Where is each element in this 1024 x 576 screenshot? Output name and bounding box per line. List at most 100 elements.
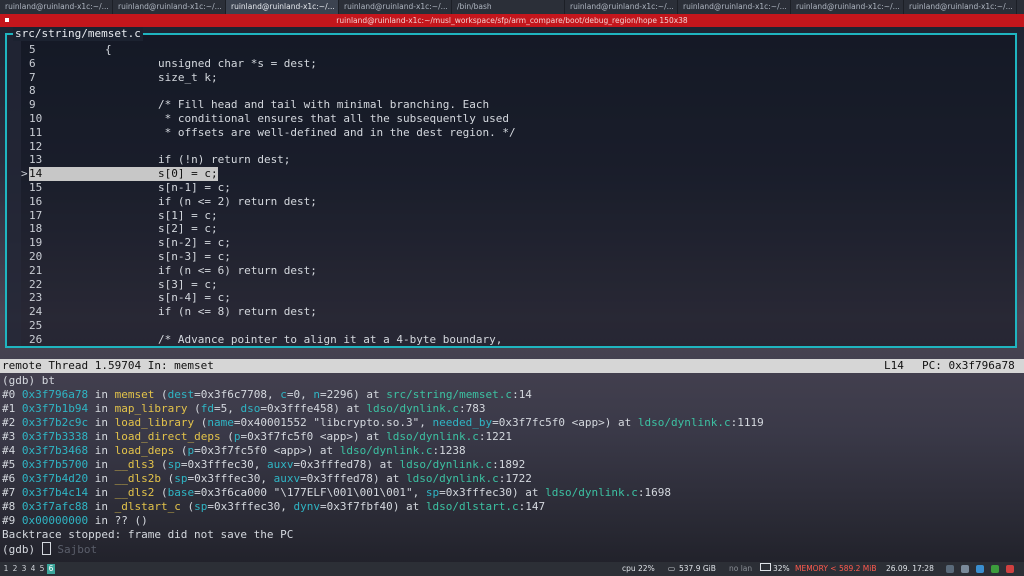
- bluetooth-icon[interactable]: [976, 565, 984, 573]
- frame-line: 1238: [439, 444, 466, 457]
- frame-function: memset: [114, 388, 155, 401]
- line-number: 22: [29, 277, 43, 291]
- line-number: 8: [29, 84, 36, 98]
- terminal-tab[interactable]: ruinland@ruinland-x1c:~/...: [113, 0, 226, 14]
- line-number: 26: [29, 332, 43, 346]
- terminal-tab[interactable]: ruinland@ruinland-x1c:~/...: [678, 0, 791, 14]
- terminal-tab[interactable]: /bin/bash: [452, 0, 565, 14]
- line-number: 19: [29, 236, 43, 250]
- tray-app-icon[interactable]: [946, 565, 954, 573]
- arg-value: 0x40001552 "libcrypto.so.3": [240, 416, 420, 429]
- window-title-bar: ruinland@ruinland-x1c:~/musl_workspace/s…: [0, 14, 1024, 27]
- frame-index: #4: [2, 444, 22, 457]
- line-number: 21: [29, 263, 43, 277]
- source-code: if (!n) return dest;: [105, 153, 291, 167]
- terminal-tab[interactable]: ruinland@ruinland-x1c:~/...: [904, 0, 1017, 14]
- arg-name: dest: [167, 388, 195, 401]
- source-code: s[2] = c;: [105, 222, 218, 236]
- terminal-tab[interactable]: ruinland@ruinland-x1c:~/...: [565, 0, 678, 14]
- bt-command: (gdb) bt: [2, 374, 55, 387]
- network-tray-icon[interactable]: [991, 565, 999, 573]
- source-line: 10 * conditional ensures that all the su…: [7, 112, 1007, 126]
- frame-file: ldso/dynlink.c: [406, 472, 499, 485]
- source-code: s[n-1] = c;: [105, 181, 231, 194]
- source-line: 13 if (!n) return dest;: [7, 153, 1007, 167]
- frame-line: 1221: [485, 430, 513, 443]
- source-line: 20 s[n-3] = c;: [7, 250, 1007, 264]
- frame-line: 147: [525, 500, 546, 513]
- source-line: 11 * offsets are well-defined and in the…: [7, 126, 1007, 140]
- source-line: 7 size_t k;: [7, 71, 1007, 85]
- workspace-button[interactable]: 2: [11, 564, 19, 574]
- workspace-button[interactable]: 5: [38, 564, 46, 574]
- frame-file: ldso/dynlink.c: [366, 402, 460, 415]
- frame-index: #7: [2, 486, 22, 499]
- terminal-tab[interactable]: ruinland@ruinland-x1c:~/...: [226, 0, 339, 14]
- source-line: 15 s[n-1] = c;: [7, 181, 1007, 195]
- backtrace-frame: #8 0x3f7afc88 in _dlstart_c (sp=0x3fffec…: [2, 500, 546, 513]
- line-number: 6: [29, 56, 36, 70]
- source-line: 26 /* Advance pointer to align it at a 4…: [7, 333, 1007, 347]
- lan-status: no lan: [729, 564, 753, 573]
- source-code: s[n-4] = c;: [105, 291, 231, 305]
- arg-value: 0x3fffe458: [266, 402, 334, 415]
- source-code: s[1] = c;: [105, 208, 218, 222]
- source-line: 9 /* Fill head and tail with minimal bra…: [7, 98, 1007, 112]
- frame-function: load_deps: [114, 444, 175, 457]
- frame-index: #5: [2, 458, 22, 471]
- volume-icon[interactable]: [961, 565, 969, 573]
- backtrace-frame: #2 0x3f7b2c9c in load_library (name=0x40…: [2, 416, 764, 429]
- arg-name: name: [207, 416, 234, 429]
- arg-value: 0x3f6c7708: [200, 388, 267, 401]
- frame-function: load_library: [114, 416, 195, 429]
- arg-value: 0x3fffed78: [300, 458, 367, 471]
- arg-name: sp: [174, 472, 188, 485]
- disk-icon: ▭: [668, 564, 676, 573]
- frame-index: #2: [2, 416, 22, 429]
- terminal-icon: [3, 16, 11, 24]
- frame-address: 0x3f7b3468: [21, 444, 89, 457]
- line-number: 17: [29, 208, 43, 222]
- terminal-tab[interactable]: ruinland@ruinland-x1c:~/...: [791, 0, 904, 14]
- frame-index: #3: [2, 430, 22, 443]
- arg-value: 0x3fffec30: [445, 486, 513, 499]
- workspace-button[interactable]: 6: [47, 564, 55, 574]
- frame-file: ldso/dynlink.c: [399, 458, 493, 471]
- arg-name: p: [233, 430, 241, 443]
- source-code: unsigned char *s = dest;: [105, 56, 317, 70]
- system-panel: 123456 cpu 22% ▭ 537.9 GiB no lan 32% ME…: [0, 562, 1024, 576]
- disk-free: 537.9 GiB: [679, 564, 716, 573]
- window-title: ruinland@ruinland-x1c:~/musl_workspace/s…: [336, 16, 688, 25]
- clock: 26.09. 17:28: [886, 564, 934, 573]
- source-line: 18 s[2] = c;: [7, 222, 1007, 236]
- gdb-prompt-line[interactable]: (gdb) Sajbot: [0, 542, 1024, 556]
- backtrace-list: #0 0x3f796a78 in memset (dest=0x3f6c7708…: [0, 388, 1024, 514]
- frame-file: ldso/dynlink.c: [637, 416, 731, 429]
- backtrace-frame-9: #9 0x00000000 in ?? (): [2, 514, 148, 527]
- arg-value: 0x3fffec30: [213, 500, 281, 513]
- source-line: 5{: [7, 43, 1007, 57]
- arg-value: 0x3f7fc5f0 <app>: [247, 430, 354, 443]
- backtrace-stopped-message: Backtrace stopped: frame did not save th…: [2, 528, 294, 541]
- current-line-marker: >: [21, 167, 28, 181]
- source-code: s[n-3] = c;: [105, 250, 231, 263]
- arg-value: 0x3fffec30: [187, 458, 254, 471]
- workspace-button[interactable]: 3: [20, 564, 28, 574]
- frame-index: #8: [2, 500, 22, 513]
- source-line: 16 if (n <= 2) return dest;: [7, 195, 1007, 209]
- backtrace-frame: #5 0x3f7b5700 in __dls3 (sp=0x3fffec30, …: [2, 458, 526, 471]
- line-number: 16: [29, 194, 43, 208]
- terminal-tab[interactable]: ruinland@ruinland-x1c:~/...: [339, 0, 452, 14]
- terminal-tab[interactable]: ruinland@ruinland-x1c:~/...: [0, 0, 113, 14]
- gdb-command-pane[interactable]: (gdb) bt #0 0x3f796a78 in memset (dest=0…: [0, 374, 1024, 556]
- line-number: 13: [29, 153, 43, 167]
- frame-address: 0x3f7b5700: [21, 458, 89, 471]
- arg-value: 0x3fffec30: [194, 472, 261, 485]
- workspace-button[interactable]: 1: [2, 564, 10, 574]
- source-code: s[0] = c;: [105, 167, 218, 181]
- source-pane[interactable]: src/string/memset.c 5{6 unsigned char *s…: [5, 27, 1017, 348]
- frame-function: __dls2: [114, 486, 155, 499]
- power-tray-icon[interactable]: [1006, 565, 1014, 573]
- workspace-button[interactable]: 4: [29, 564, 37, 574]
- arg-value: 0x3fffed78: [306, 472, 373, 485]
